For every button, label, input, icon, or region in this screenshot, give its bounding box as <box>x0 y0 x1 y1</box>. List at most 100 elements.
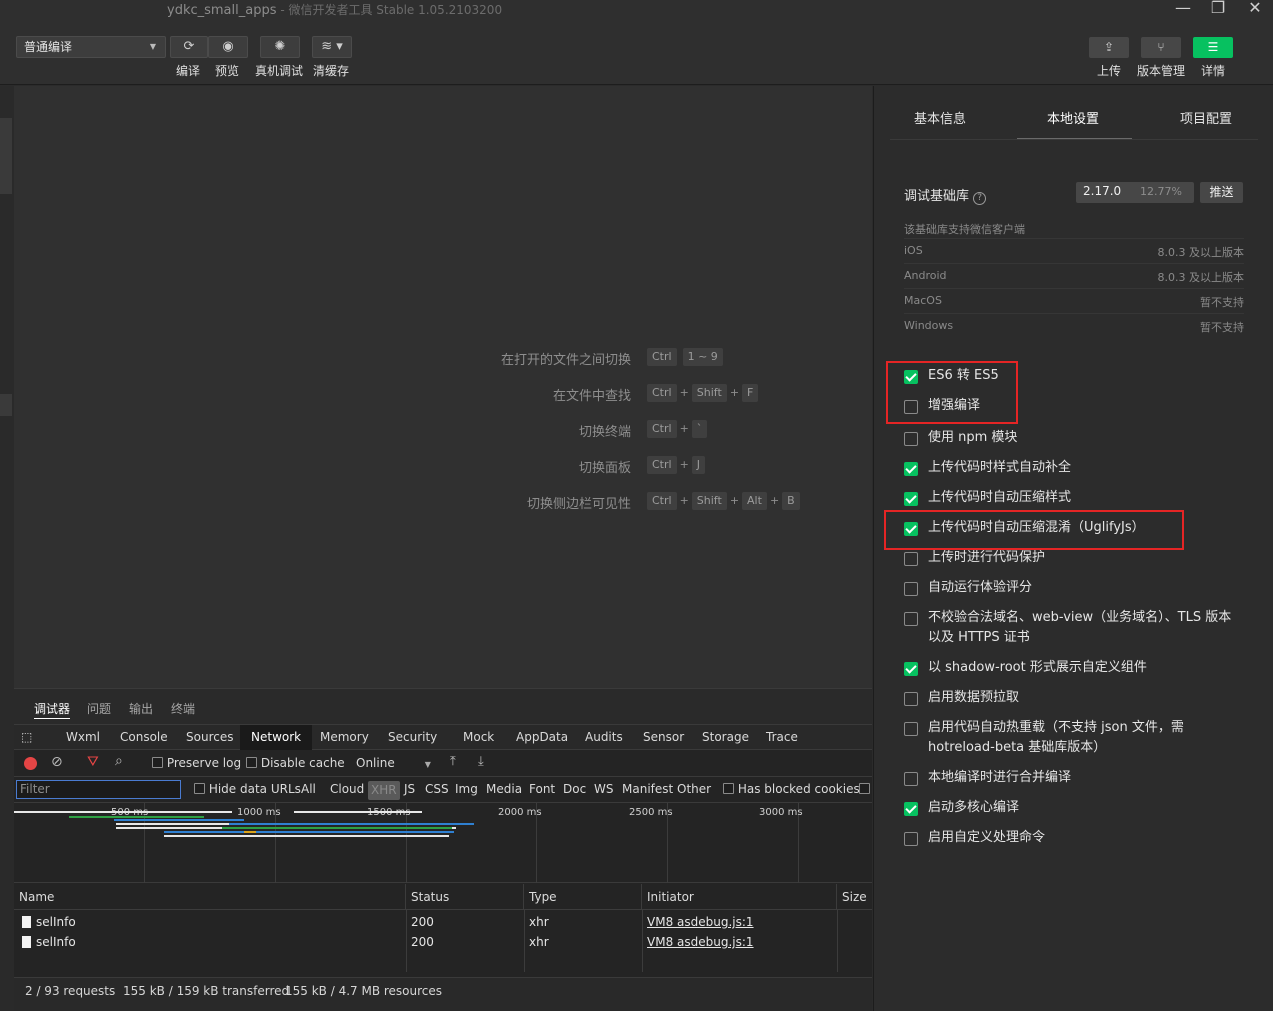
disable-cache-toggle[interactable]: Disable cache <box>246 756 345 770</box>
checkbox-checked[interactable] <box>904 492 918 506</box>
checkbox-checked[interactable] <box>904 662 918 676</box>
checkbox-unchecked[interactable] <box>904 772 918 786</box>
setting-option[interactable]: 以 shadow-root 形式展示自定义组件 <box>904 658 1244 678</box>
checkbox-checked[interactable] <box>904 462 918 476</box>
throttle-select[interactable]: Online ▼ <box>356 756 431 770</box>
filter-input[interactable]: Filter <box>16 780 181 799</box>
table-row[interactable]: selInfo 200 xhr VM8 asdebug.js:1 <box>14 912 872 932</box>
hide-data-urls-checkbox[interactable] <box>194 783 205 794</box>
filter-other[interactable]: Other <box>677 782 711 796</box>
checkbox-unchecked[interactable] <box>904 832 918 846</box>
filter-css[interactable]: CSS <box>425 782 449 796</box>
remote-debug-label[interactable]: 真机调试 <box>255 62 303 79</box>
checkbox-unchecked[interactable] <box>904 552 918 566</box>
column-header-initiator[interactable]: Initiator <box>642 884 837 910</box>
checkbox-checked[interactable] <box>904 802 918 816</box>
column-header-type[interactable]: Type <box>524 884 642 910</box>
tab-storage[interactable]: Storage <box>702 725 749 750</box>
setting-option[interactable]: 上传代码时样式自动补全 <box>904 458 1244 478</box>
preserve-log-toggle[interactable]: Preserve log <box>152 756 241 770</box>
more-filter-checkbox[interactable] <box>859 782 870 796</box>
tab-audits[interactable]: Audits <box>585 725 623 750</box>
tab-debugger[interactable]: 调试器 <box>34 700 71 719</box>
base-lib-select[interactable]: 2.17.0 12.77% <box>1076 182 1194 203</box>
request-initiator-link[interactable]: VM8 asdebug.js:1 <box>647 912 754 932</box>
request-initiator-link[interactable]: VM8 asdebug.js:1 <box>647 932 754 952</box>
tab-local-settings[interactable]: 本地设置 <box>1047 108 1099 127</box>
help-icon[interactable]: ? <box>973 192 987 205</box>
tab-sensor[interactable]: Sensor <box>643 725 684 750</box>
search-icon[interactable]: ⌕ <box>115 753 123 769</box>
setting-option[interactable]: 启用代码自动热重载（不支持 json 文件，需 hotreload-beta 基… <box>904 718 1244 758</box>
setting-option[interactable]: 本地编译时进行合并编译 <box>904 768 1244 788</box>
detail-label[interactable]: 详情 <box>1201 62 1225 79</box>
compile-mode-select[interactable]: 普通编译 ▼ <box>16 36 166 58</box>
upload-label[interactable]: 上传 <box>1097 62 1121 79</box>
tab-basic-info[interactable]: 基本信息 <box>914 108 966 127</box>
disable-cache-checkbox[interactable] <box>246 757 257 768</box>
checkbox-unchecked[interactable] <box>904 432 918 446</box>
tab-problems[interactable]: 问题 <box>87 700 111 717</box>
upload-button[interactable]: ⇪ <box>1089 37 1129 58</box>
setting-option[interactable]: 启用自定义处理命令 <box>904 828 1244 848</box>
checkbox-unchecked[interactable] <box>904 582 918 596</box>
column-header-name[interactable]: Name <box>14 884 406 910</box>
compile-button[interactable]: ⟳ <box>170 36 208 58</box>
export-har-icon[interactable]: ⤓ <box>478 754 484 769</box>
record-icon[interactable] <box>24 757 37 770</box>
push-button[interactable]: 推送 <box>1200 182 1243 203</box>
filter-media[interactable]: Media <box>486 782 522 796</box>
preserve-log-checkbox[interactable] <box>152 757 163 768</box>
filter-manifest[interactable]: Manifest <box>622 782 673 796</box>
version-label[interactable]: 版本管理 <box>1137 62 1185 79</box>
tab-mock[interactable]: Mock <box>463 725 494 750</box>
column-header-size[interactable]: Size <box>837 884 872 910</box>
tab-wxml[interactable]: Wxml <box>66 725 100 750</box>
restore-icon[interactable]: ❐ <box>1200 0 1236 18</box>
filter-icon[interactable]: ⛛ <box>87 754 99 770</box>
compile-label[interactable]: 编译 <box>176 62 200 79</box>
extra-checkbox[interactable] <box>859 783 870 794</box>
remote-debug-button[interactable]: ✺ <box>260 36 300 58</box>
setting-option[interactable]: 不校验合法域名、web-view（业务域名）、TLS 版本以及 HTTPS 证书 <box>904 608 1244 648</box>
tab-trace[interactable]: Trace <box>766 725 798 750</box>
filter-font[interactable]: Font <box>529 782 555 796</box>
filter-all[interactable]: All <box>301 782 316 796</box>
filter-doc[interactable]: Doc <box>563 782 586 796</box>
sidebar-marker[interactable] <box>0 394 12 416</box>
setting-option[interactable]: 上传代码时自动压缩样式 <box>904 488 1244 508</box>
setting-option[interactable]: 启用数据预拉取 <box>904 688 1244 708</box>
detail-button[interactable]: ☰ <box>1193 37 1233 58</box>
sidebar-marker[interactable] <box>0 118 12 194</box>
tab-terminal[interactable]: 终端 <box>171 700 195 717</box>
tab-memory[interactable]: Memory <box>320 725 369 750</box>
minimize-icon[interactable]: — <box>1165 0 1201 18</box>
blocked-cookies-checkbox[interactable] <box>723 783 734 794</box>
tab-console[interactable]: Console <box>120 725 168 750</box>
import-har-icon[interactable]: ⤒ <box>450 754 456 769</box>
setting-option[interactable]: 启动多核心编译 <box>904 798 1244 818</box>
version-button[interactable]: ⑂ <box>1141 37 1181 58</box>
network-overview-timeline[interactable]: 500 ms 1000 ms 1500 ms 2000 ms 2500 ms 3… <box>14 803 872 883</box>
tab-project-config[interactable]: 项目配置 <box>1180 108 1232 127</box>
filter-cloud[interactable]: Cloud <box>330 782 364 796</box>
setting-option[interactable]: 使用 npm 模块 <box>904 428 1244 448</box>
column-header-status[interactable]: Status <box>406 884 524 910</box>
clear-cache-label[interactable]: 清缓存 <box>313 62 349 79</box>
close-icon[interactable]: ✕ <box>1237 0 1273 18</box>
filter-ws[interactable]: WS <box>594 782 613 796</box>
filter-xhr[interactable]: XHR <box>368 781 400 800</box>
setting-option[interactable]: 自动运行体验评分 <box>904 578 1244 598</box>
checkbox-unchecked[interactable] <box>904 692 918 706</box>
blocked-cookies-toggle[interactable]: Has blocked cookies <box>723 782 860 796</box>
filter-img[interactable]: Img <box>455 782 478 796</box>
tab-security[interactable]: Security <box>388 725 437 750</box>
preview-label[interactable]: 预览 <box>215 62 239 79</box>
hide-data-urls-toggle[interactable]: Hide data URLs <box>194 782 301 796</box>
table-row[interactable]: selInfo 200 xhr VM8 asdebug.js:1 <box>14 932 872 952</box>
setting-option[interactable]: 上传时进行代码保护 <box>904 548 1244 568</box>
tab-output[interactable]: 输出 <box>129 700 153 717</box>
tab-appdata[interactable]: AppData <box>516 725 568 750</box>
filter-js[interactable]: JS <box>404 782 415 796</box>
tab-network[interactable]: Network <box>240 725 313 750</box>
